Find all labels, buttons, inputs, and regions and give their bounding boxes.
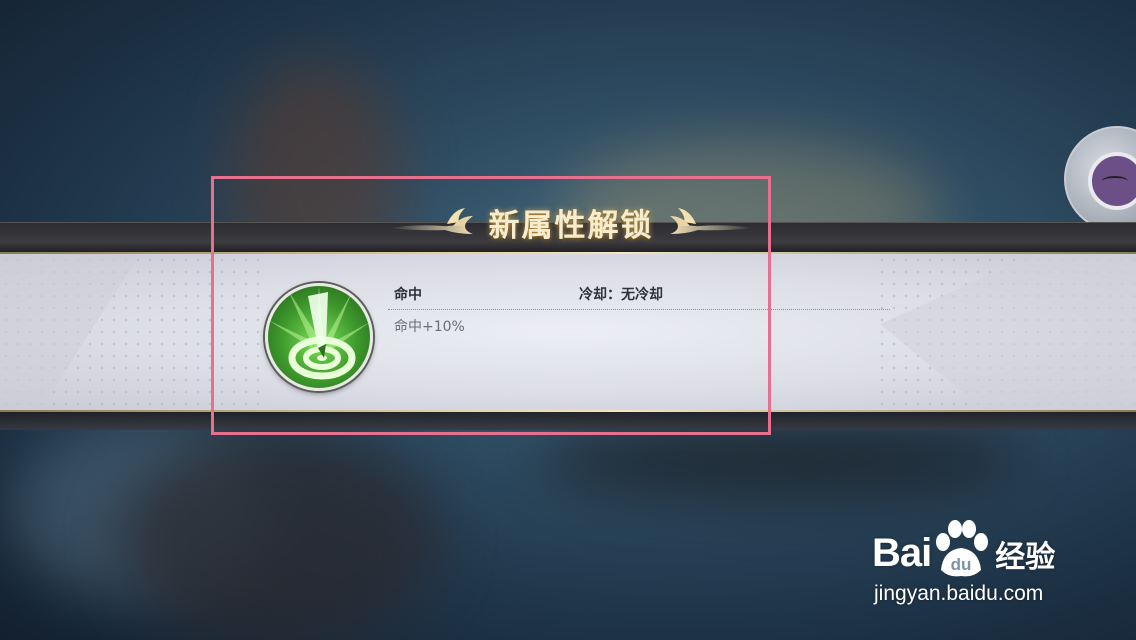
highlight-frame bbox=[211, 176, 771, 435]
background-figure-blur bbox=[120, 430, 440, 640]
corner-button-icon bbox=[1088, 152, 1136, 210]
watermark-url: jingyan.baidu.com bbox=[874, 582, 1044, 605]
baidu-paw-icon: du bbox=[936, 520, 989, 577]
watermark-logo-text: Bai bbox=[872, 531, 932, 575]
baidu-jingyan-watermark: Bai du 经验 jingyan.baidu.com bbox=[872, 520, 1102, 620]
paw-du-text: du bbox=[951, 555, 972, 574]
corner-menu-button[interactable] bbox=[1064, 126, 1136, 232]
watermark-jingyan-text: 经验 bbox=[995, 540, 1056, 575]
watermark-logo: Bai du 经验 bbox=[872, 520, 1102, 577]
